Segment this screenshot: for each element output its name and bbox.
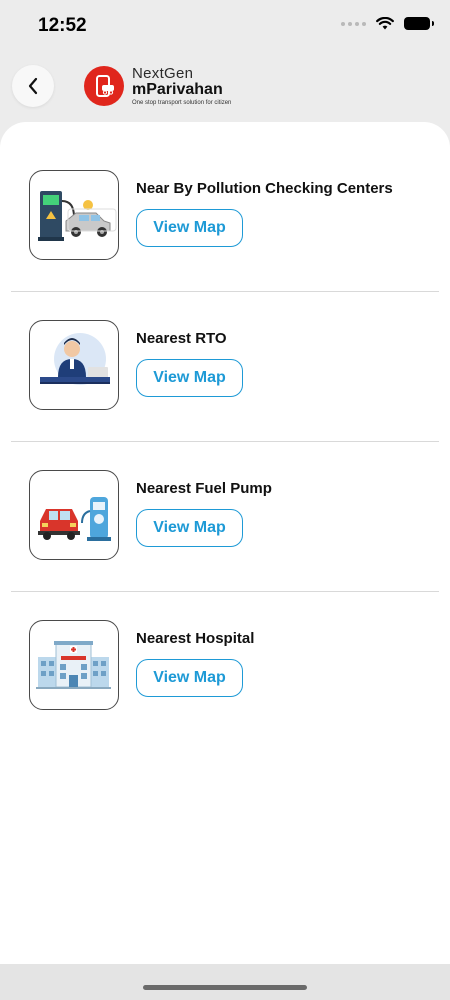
wifi-icon [376,17,394,30]
item-title: Nearest Fuel Pump [136,480,272,497]
back-button[interactable] [12,65,54,107]
bottom-bar [0,964,450,1000]
status-bar: 12:52 [0,0,450,52]
home-indicator[interactable] [143,985,307,990]
item-title: Near By Pollution Checking Centers [136,180,393,197]
view-map-button[interactable]: View Map [136,209,243,247]
logo-mark-icon [84,66,124,106]
view-map-button[interactable]: View Map [136,509,243,547]
logo-tagline: One stop transport solution for citizen [132,100,232,106]
fuel-pump-illustration-icon [29,470,119,560]
pollution-check-illustration-icon [29,170,119,260]
app-logo: NextGen mParivahan One stop transport so… [84,66,231,106]
list-item-pollution: Near By Pollution Checking Centers View … [0,122,450,272]
list-item-rto: Nearest RTO View Map [0,272,450,422]
header: NextGen mParivahan One stop transport so… [0,52,450,122]
rto-officer-illustration-icon [29,320,119,410]
item-title: Nearest RTO [136,330,227,347]
signal-icon [341,21,366,26]
content-sheet: Near By Pollution Checking Centers View … [0,122,450,964]
logo-brand: mParivahan [132,81,223,98]
logo-nextgen: NextGen [132,65,194,82]
status-time: 12:52 [38,15,87,36]
view-map-button[interactable]: View Map [136,359,243,397]
hospital-illustration-icon [29,620,119,710]
list-item-hospital: Nearest Hospital View Map [0,572,450,722]
list-item-fuel-pump: Nearest Fuel Pump View Map [0,422,450,572]
battery-icon [404,17,434,30]
item-title: Nearest Hospital [136,630,255,647]
chevron-left-icon [28,77,38,95]
view-map-button[interactable]: View Map [136,659,243,697]
status-icons [341,17,434,30]
